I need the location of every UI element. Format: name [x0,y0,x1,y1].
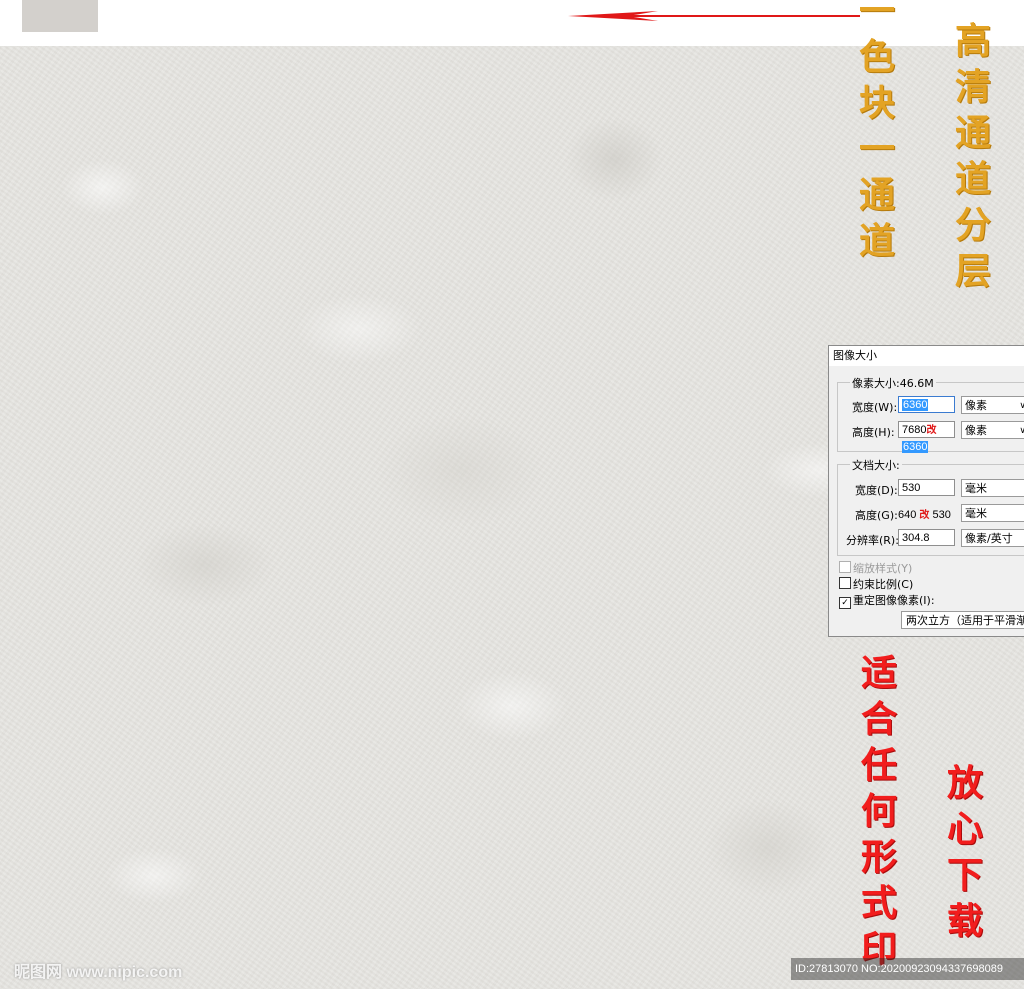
annotation-red-right: 放 心 下 载 [946,762,983,942]
doc-height-old: 640 [898,509,917,521]
constrain-label: 约束比例(C) [853,578,914,591]
doc-height-mark: 改 [919,510,930,521]
doc-height-unit: 毫米 [965,507,987,520]
doc-width-value: 530 [902,482,921,494]
annotation-red-left: 适 合 任 何 形 式 印 [860,652,897,970]
document-size-group: 文档大小: 宽度(D): 530 毫米 高度(G): 640 改 530 毫米 … [837,457,1024,556]
doc-height-label: 高度(G): [855,509,898,522]
pixel-dimensions-label: 像素大小:46.6M [850,375,936,391]
pixel-height-value: 6360 [902,441,929,453]
pixel-dimensions-group: 像素大小:46.6M 宽度(W): 6360 像素 ∨ 高度(H): 7680改… [837,375,1024,453]
doc-width-row: 宽度(D): 530 毫米 [838,479,1024,499]
resample-checkbox[interactable]: ✓ 重定图像像素(I): [839,592,935,609]
site-watermark: 昵图网 www.nipic.com [14,964,183,981]
chevron-down-icon: ∨ [1019,426,1024,436]
constrain-checkbox[interactable]: 约束比例(C) [839,576,913,592]
color-swatch [22,0,98,32]
pixel-width-value: 6360 [902,399,929,411]
pixel-width-unit-select[interactable]: 像素 ∨ [961,396,1024,414]
resolution-unit: 像素/英寸 [965,532,1013,545]
pixel-height-unit: 像素 [965,424,987,437]
checkmark-icon: ✓ [839,597,851,609]
dialog-title: 图像大小 [829,346,1024,366]
annotation-gold-right: 高 清 通 道 分 层 [954,20,991,292]
resample-label: 重定图像像素(I): [853,594,935,607]
scale-styles-label: 缩放样式(Y) [853,562,913,575]
annotation-gold-left: 一 色 块 一 通 道 [858,0,895,262]
image-id-footer: ID:27813070 NO:20200923094337698089 [791,958,1024,980]
scale-styles-checkbox[interactable]: 缩放样式(Y) [839,560,912,576]
pixel-height-mark: 改 [926,425,937,436]
pixel-height-unit-select[interactable]: 像素 ∨ [961,421,1024,439]
pixel-height-row: 高度(H): 7680改 6360 像素 ∨ [838,421,1024,453]
resolution-value: 304.8 [902,532,930,544]
pixel-width-row: 宽度(W): 6360 像素 ∨ [838,396,1024,416]
pixel-height-label: 高度(H): [852,426,895,439]
resolution-label: 分辨率(R): [846,534,899,547]
resample-method-select[interactable]: 两次立方（适用于平滑渐变 [901,611,1024,629]
image-size-dialog: 图像大小 像素大小:46.6M 宽度(W): 6360 像素 ∨ 高度(H): … [828,345,1024,637]
doc-height-value: 530 [932,509,951,521]
resolution-unit-select[interactable]: 像素/英寸 [961,529,1024,547]
pixel-width-unit: 像素 [965,399,987,412]
pixel-height-field[interactable]: 7680改 6360 [898,421,955,453]
doc-width-unit: 毫米 [965,482,987,495]
resample-method: 两次立方（适用于平滑渐变 [906,614,1024,627]
resolution-row: 分辨率(R): 304.8 像素/英寸 [838,529,1024,549]
doc-width-field[interactable]: 530 [898,479,955,496]
doc-height-unit-select[interactable]: 毫米 [961,504,1024,522]
document-size-label: 文档大小: [850,457,902,473]
doc-height-field[interactable]: 640 改 530 [898,506,951,521]
doc-width-label: 宽度(D): [855,484,898,497]
pixel-width-label: 宽度(W): [852,401,898,414]
resolution-field[interactable]: 304.8 [898,529,955,546]
doc-width-unit-select[interactable]: 毫米 [961,479,1024,497]
doc-height-row: 高度(G): 640 改 530 毫米 [838,504,1024,524]
pixel-width-field[interactable]: 6360 [898,396,955,413]
checkbox-icon [839,561,851,573]
pixel-height-old: 7680 [902,424,927,436]
chevron-down-icon: ∨ [1019,401,1024,411]
checkbox-icon [839,577,851,589]
red-arrow-icon [568,11,860,21]
